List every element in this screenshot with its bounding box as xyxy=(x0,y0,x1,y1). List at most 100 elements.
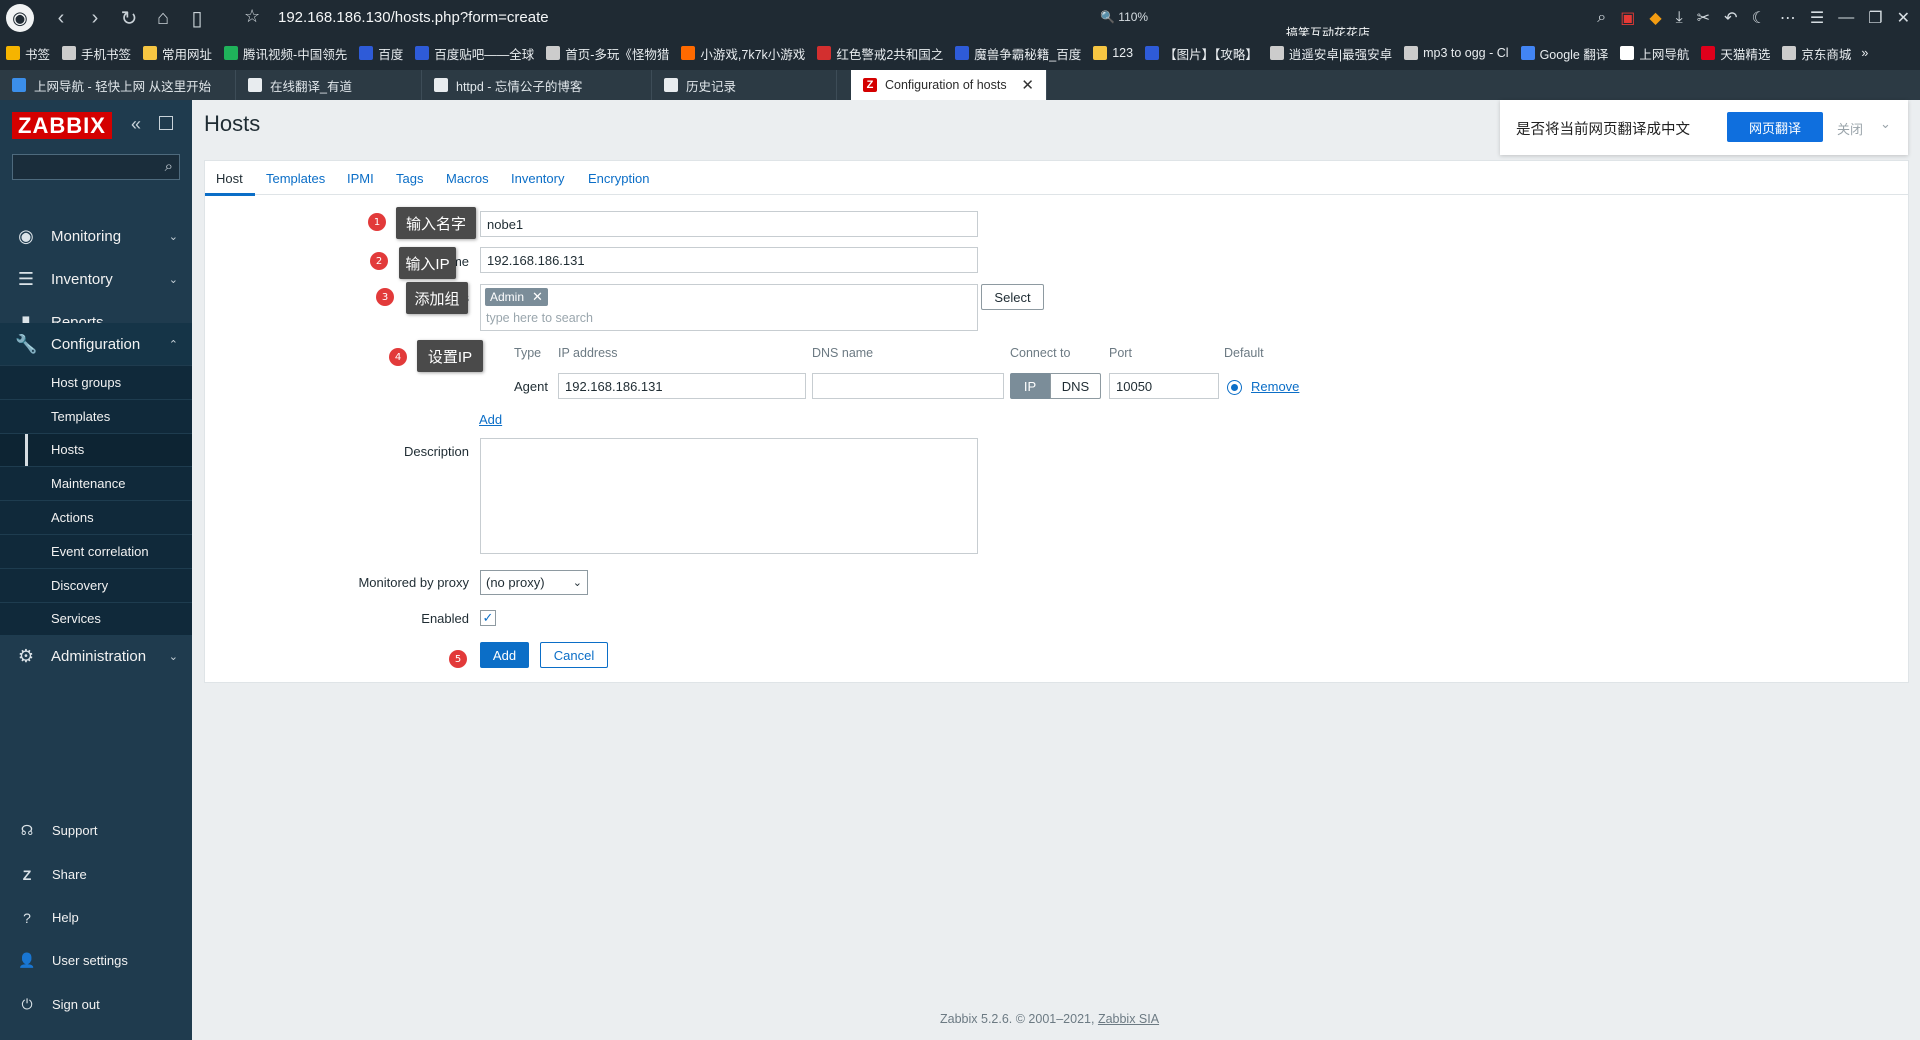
bookmark-item[interactable]: 【图片】【攻略】 xyxy=(1139,36,1264,70)
remove-chip-icon[interactable]: ✕ xyxy=(532,289,543,305)
group-chip-admin[interactable]: Admin ✕ xyxy=(485,288,548,306)
night-mode-icon[interactable]: ☾ xyxy=(1752,8,1766,28)
add-host-button[interactable]: Add xyxy=(480,642,529,668)
submenu-item[interactable]: Event correlation xyxy=(0,535,192,569)
cancel-button[interactable]: Cancel xyxy=(540,642,608,668)
more-icon[interactable]: ⋯ xyxy=(1780,8,1796,28)
host-name-input[interactable]: nobe1 xyxy=(480,211,978,237)
bookmark-item[interactable]: 首页-多玩《怪物猎 xyxy=(540,36,675,70)
menu-sign-out[interactable]: ⏻ Sign out xyxy=(0,983,192,1026)
bookmark-item[interactable]: 天猫精选 xyxy=(1695,36,1776,70)
submenu-item[interactable]: Hosts xyxy=(0,433,192,468)
bookmark-item[interactable]: mp3 to ogg - Cl xyxy=(1398,36,1514,70)
submenu-item[interactable]: Maintenance xyxy=(0,467,192,502)
default-interface-radio[interactable] xyxy=(1227,380,1242,395)
remove-interface-link[interactable]: Remove xyxy=(1251,379,1299,394)
bookmark-star-icon[interactable]: ☆ xyxy=(244,6,260,27)
kiosk-mode-icon[interactable] xyxy=(159,116,173,130)
pdf-icon[interactable]: ▣ xyxy=(1620,8,1635,28)
bookmark-item[interactable]: 小游戏,7k7k小游戏 xyxy=(675,36,811,70)
game-icon[interactable]: ◆ xyxy=(1649,8,1661,28)
bookmark-item[interactable]: Google 翻译 xyxy=(1515,36,1615,70)
connect-ip-toggle[interactable]: IP xyxy=(1010,373,1050,399)
tab-ipmi[interactable]: IPMI xyxy=(347,171,374,186)
back-icon[interactable]: ‹ xyxy=(44,0,78,36)
bookmark-item[interactable]: 腾讯视频-中国领先 xyxy=(218,36,353,70)
submenu-item[interactable]: Discovery xyxy=(0,569,192,603)
menu-monitoring[interactable]: ◉ Monitoring ⌄ xyxy=(0,215,192,258)
menu-support[interactable]: ☊ Support xyxy=(0,809,192,852)
menu-administration[interactable]: ⚙ Administration ⌄ xyxy=(0,635,192,678)
close-tab-icon[interactable]: ✕ xyxy=(1021,76,1034,94)
bookmark-item[interactable]: 魔兽争霸秘籍_百度 xyxy=(949,36,1087,70)
undo-icon[interactable]: ↶ xyxy=(1724,8,1737,28)
tab-macros[interactable]: Macros xyxy=(446,171,489,186)
globe-icon xyxy=(1269,46,1284,60)
submenu-item[interactable]: Services xyxy=(0,603,192,637)
bookmark-item[interactable]: 红色警戒2共和国之 xyxy=(811,36,949,70)
zabbix-logo[interactable]: ZABBIX xyxy=(12,112,112,139)
tab-tags[interactable]: Tags xyxy=(396,171,423,186)
cut-icon[interactable]: ✂ xyxy=(1697,8,1710,28)
tab-encryption[interactable]: Encryption xyxy=(588,171,649,186)
description-textarea[interactable] xyxy=(480,438,978,554)
groups-search-placeholder[interactable]: type here to search xyxy=(486,311,593,325)
forward-icon[interactable]: › xyxy=(78,0,112,36)
bookmark-item[interactable]: 百度贴吧——全球 xyxy=(409,36,540,70)
browser-tab[interactable]: 历史记录 xyxy=(652,70,837,100)
search-icon[interactable]: ⌕ xyxy=(165,158,173,175)
menu-share[interactable]: Z Share xyxy=(0,853,192,896)
tab-inventory[interactable]: Inventory xyxy=(511,171,564,186)
browser-logo-icon[interactable]: ◉ xyxy=(6,4,34,32)
bookmark-item[interactable]: 常用网址 xyxy=(137,36,218,70)
browser-tab[interactable]: 上网导航 - 轻快上网 从这里开始 xyxy=(0,70,236,100)
bookmark-label: 手机书签 xyxy=(81,47,132,62)
footer-company-link[interactable]: Zabbix SIA xyxy=(1098,1012,1159,1026)
chevron-down-icon[interactable]: ⌄ xyxy=(1880,116,1891,132)
reader-icon[interactable]: ▯ xyxy=(180,0,214,36)
interface-port-input[interactable]: 10050 xyxy=(1109,373,1219,399)
bookmark-item[interactable]: 书签 xyxy=(0,36,56,70)
close-window-icon[interactable]: ✕ xyxy=(1897,8,1910,28)
bookmark-item[interactable]: 上网导航 xyxy=(1614,36,1695,70)
sidebar-search-input[interactable]: ⌕ xyxy=(12,154,180,180)
submenu-item[interactable]: Templates xyxy=(0,400,192,434)
minimize-icon[interactable]: — xyxy=(1838,9,1854,27)
bookmark-item[interactable]: 逍遥安卓|最强安卓 xyxy=(1264,36,1398,70)
home-icon[interactable]: ⌂ xyxy=(146,0,180,36)
menu-inventory[interactable]: ☰ Inventory ⌄ xyxy=(0,258,192,301)
visible-name-input[interactable]: 192.168.186.131 xyxy=(480,247,978,273)
bookmark-item[interactable]: 百度 xyxy=(353,36,409,70)
submenu-item[interactable]: Host groups xyxy=(0,366,192,400)
submenu-item[interactable]: Actions xyxy=(0,501,192,535)
menu-user-settings[interactable]: 👤 User settings xyxy=(0,939,192,982)
menu-configuration[interactable]: 🔧 Configuration ⌃ xyxy=(0,323,192,365)
restore-icon[interactable]: ❐ xyxy=(1868,8,1882,28)
interface-dns-input[interactable] xyxy=(812,373,1004,399)
zoom-indicator[interactable]: 🔍 110% xyxy=(1100,10,1148,24)
translate-page-button[interactable]: 网页翻译 xyxy=(1727,112,1823,142)
menu-help[interactable]: ? Help xyxy=(0,896,192,939)
add-interface-link[interactable]: Add xyxy=(479,412,502,427)
browser-tab[interactable]: 在线翻译_有道 xyxy=(236,70,422,100)
enabled-checkbox[interactable]: ✓ xyxy=(480,610,496,626)
connect-dns-toggle[interactable]: DNS xyxy=(1050,373,1101,399)
translate-close-button[interactable]: 关闭 xyxy=(1837,119,1863,138)
browser-tab[interactable]: httpd - 忘情公子的博客 xyxy=(422,70,652,100)
tab-host[interactable]: Host xyxy=(216,171,243,186)
download-icon[interactable]: ⤓ xyxy=(1676,9,1683,27)
tab-templates[interactable]: Templates xyxy=(266,171,325,186)
proxy-select[interactable]: (no proxy) ⌄ xyxy=(480,570,588,595)
browser-tab[interactable]: Z Configuration of hosts ✕ xyxy=(851,70,1047,100)
reload-icon[interactable]: ↻ xyxy=(112,0,146,36)
interface-ip-input[interactable]: 192.168.186.131 xyxy=(558,373,806,399)
menu-icon[interactable]: ☰ xyxy=(1810,8,1824,28)
search-icon[interactable]: ⌕ xyxy=(1597,9,1606,27)
bookmark-item[interactable]: 手机书签 xyxy=(56,36,137,70)
bookmark-item[interactable]: 123 xyxy=(1087,36,1139,70)
bookmark-item[interactable]: 京东商城 xyxy=(1776,36,1857,70)
collapse-sidebar-icon[interactable]: « xyxy=(131,114,141,135)
select-groups-button[interactable]: Select xyxy=(981,284,1044,310)
address-bar[interactable]: 192.168.186.130/hosts.php?form=create xyxy=(278,9,549,26)
more-bookmarks-icon[interactable]: » xyxy=(1861,46,1868,60)
